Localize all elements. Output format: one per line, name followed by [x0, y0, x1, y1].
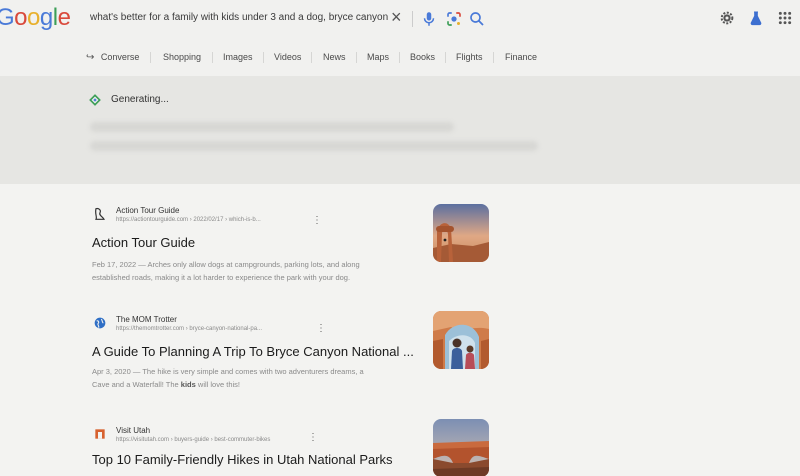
- result-url[interactable]: https://visitutah.com › buyers-guide › b…: [116, 437, 270, 443]
- result-date: Feb 17, 2022: [92, 260, 137, 269]
- tab-divider: [356, 52, 357, 63]
- result-snippet: Apr 3, 2020 — The hike is very simple an…: [92, 367, 364, 389]
- close-icon[interactable]: ×: [391, 6, 402, 28]
- tab-videos[interactable]: Videos: [274, 48, 301, 66]
- result-title-link[interactable]: Action Tour Guide: [92, 235, 195, 250]
- search-result: The MOM Trotter https://themomtrotter.co…: [92, 311, 492, 399]
- settings-icon[interactable]: [719, 10, 735, 26]
- converse-icon: ↪: [86, 52, 95, 63]
- visit-utah-favicon: [95, 429, 105, 439]
- result-snippet: Feb 17, 2022 — Arches only allow dogs at…: [92, 260, 360, 282]
- globe-icon: [94, 317, 106, 329]
- tab-shopping[interactable]: Shopping: [163, 48, 201, 66]
- tab-divider: [263, 52, 264, 63]
- apps-icon[interactable]: [777, 10, 793, 26]
- result-thumbnail[interactable]: [433, 311, 489, 369]
- tab-finance[interactable]: Finance: [505, 48, 537, 66]
- result-menu-icon[interactable]: ⋮: [316, 324, 326, 334]
- google-logo[interactable]: Google: [0, 3, 71, 33]
- ai-overview-icon: [89, 94, 101, 106]
- tab-books[interactable]: Books: [410, 48, 435, 66]
- labs-icon[interactable]: [748, 10, 764, 26]
- tab-news[interactable]: News: [323, 48, 346, 66]
- search-bar[interactable]: what's better for a family with kids und…: [78, 2, 498, 36]
- tab-converse[interactable]: ↪ Converse: [86, 48, 139, 67]
- search-input[interactable]: what's better for a family with kids und…: [90, 12, 390, 23]
- divider: [412, 11, 413, 27]
- tab-divider: [445, 52, 446, 63]
- loading-skeleton-line: [90, 122, 454, 132]
- result-title-link[interactable]: A Guide To Planning A Trip To Bryce Cany…: [92, 344, 414, 359]
- tab-divider: [311, 52, 312, 63]
- loading-skeleton-line: [90, 141, 538, 151]
- result-menu-icon[interactable]: ⋮: [308, 433, 318, 443]
- snippet-keyword: kids: [180, 380, 196, 389]
- generating-label: Generating...: [111, 94, 169, 105]
- result-site-name: Visit Utah: [116, 426, 151, 435]
- result-thumbnail[interactable]: [433, 419, 489, 476]
- action-tour-guide-favicon: [95, 207, 105, 220]
- lens-icon[interactable]: [445, 10, 463, 28]
- result-site-name: Action Tour Guide: [116, 206, 180, 215]
- result-menu-icon[interactable]: ⋮: [312, 216, 322, 226]
- result-date: Apr 3, 2020: [92, 367, 131, 376]
- search-icon[interactable]: [468, 10, 486, 28]
- tab-images[interactable]: Images: [223, 48, 253, 66]
- header: Google what's better for a family with k…: [0, 0, 800, 76]
- tab-divider: [493, 52, 494, 63]
- tab-divider: [150, 52, 151, 63]
- result-url[interactable]: https://actiontourguide.com › 2022/02/17…: [116, 217, 261, 223]
- tab-divider: [399, 52, 400, 63]
- ai-overview-panel: Generating...: [0, 76, 800, 184]
- mic-icon[interactable]: [420, 10, 438, 28]
- tab-divider: [212, 52, 213, 63]
- result-url[interactable]: https://themomtrotter.com › bryce-canyon…: [116, 326, 262, 332]
- result-title-link[interactable]: Top 10 Family-Friendly Hikes in Utah Nat…: [92, 452, 393, 467]
- search-result: Visit Utah https://visitutah.com › buyer…: [92, 419, 492, 476]
- search-result: Action Tour Guide https://actiontourguid…: [92, 204, 492, 290]
- result-site-name: The MOM Trotter: [116, 315, 177, 324]
- tab-flights[interactable]: Flights: [456, 48, 483, 66]
- tab-maps[interactable]: Maps: [367, 48, 389, 66]
- result-thumbnail[interactable]: [433, 204, 489, 262]
